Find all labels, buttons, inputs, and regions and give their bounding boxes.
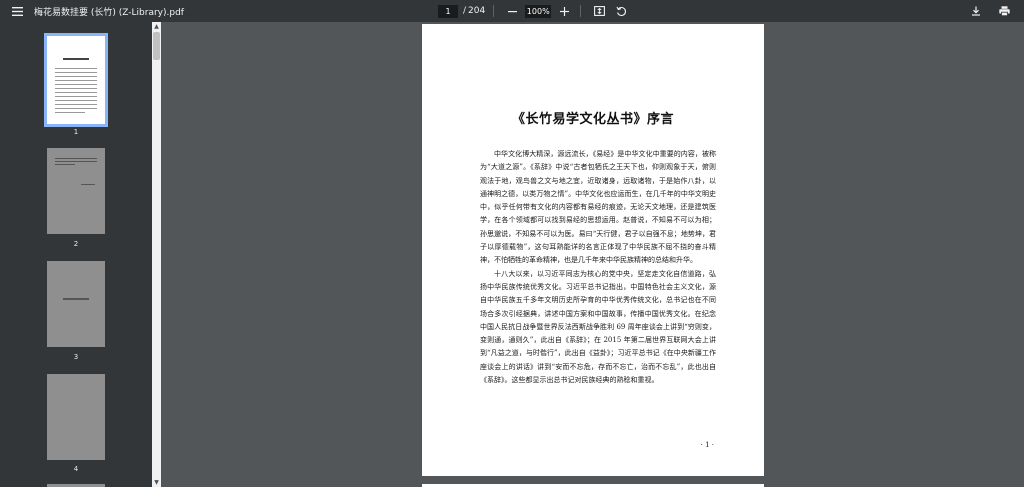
thumbnail-text-line — [55, 108, 97, 109]
thumbnail-label-4: 4 — [73, 465, 79, 473]
page-heading: 《长竹易学文化丛书》序言 — [511, 112, 674, 127]
thumbnail-text-line — [55, 96, 97, 97]
total-pages: 204 — [468, 6, 486, 16]
paragraph: 十八大以来，以习近平同志为核心的党中央，坚定走文化自信道路，弘扬中华民族传统优秀… — [480, 269, 716, 385]
thumbnail-heading — [63, 58, 89, 60]
thumbnail-text-line — [55, 68, 97, 69]
thumbnail-text-line — [55, 92, 97, 93]
thumbnail-page-4[interactable] — [47, 374, 105, 460]
thumbnail-heading — [63, 298, 89, 300]
download-icon — [972, 6, 980, 16]
thumbnail-page-2[interactable] — [47, 148, 105, 234]
rotate-button[interactable] — [613, 3, 629, 19]
thumbnail-text-line — [55, 84, 97, 85]
thumbnail-page-3[interactable] — [47, 261, 105, 347]
thumbnail-text-line — [55, 88, 97, 89]
fit-page-button[interactable] — [591, 3, 607, 19]
document-title: 梅花易数挂要 (长竹) (Z-Library).pdf — [34, 7, 184, 18]
minus-icon — [507, 10, 517, 12]
page-controls: / 204 — [438, 0, 629, 22]
download-button[interactable] — [968, 3, 984, 19]
toolbar-divider — [493, 5, 495, 17]
page-number-input[interactable] — [438, 4, 458, 18]
scroll-down-arrow-icon[interactable]: ▼ — [152, 478, 161, 487]
thumbnail-sidebar: 1 2 3 4 — [0, 22, 152, 487]
thumbnail-text-line — [55, 80, 97, 81]
page-footer-number: · 1 · — [700, 441, 714, 449]
sidebar-scrollbar[interactable]: ▲ ▼ — [152, 22, 161, 487]
thumbnail-text-line — [55, 161, 97, 162]
menu-icon[interactable] — [0, 0, 34, 22]
scrollbar-thumb[interactable] — [153, 32, 160, 60]
thumbnail-text-line — [55, 158, 97, 159]
thumbnail-text-line — [55, 76, 97, 77]
thumbnail-label-1: 1 — [73, 128, 79, 136]
thumbnail-text-line — [55, 100, 97, 101]
zoom-out-button[interactable] — [504, 3, 520, 19]
thumbnail-text-line — [81, 184, 95, 185]
zoom-input[interactable] — [525, 4, 552, 18]
zoom-in-button[interactable] — [556, 3, 572, 19]
thumbnail-text-line — [55, 112, 85, 113]
thumbnail-label-3: 3 — [73, 353, 79, 361]
thumbnail-text-line — [55, 104, 97, 105]
thumbnail-text-line — [55, 164, 75, 165]
rotate-icon — [616, 6, 626, 16]
print-icon — [998, 6, 1010, 16]
plus-icon — [559, 6, 569, 16]
page-separator: / — [463, 6, 467, 16]
print-button[interactable] — [996, 3, 1012, 19]
page-body: 中华文化博大精深，源远流长，《易经》是中华文化中重要的内容，被称为“大道之源”。… — [480, 148, 716, 387]
pdf-page-1: 《长竹易学文化丛书》序言 中华文化博大精深，源远流长，《易经》是中华文化中重要的… — [422, 24, 764, 476]
scroll-up-arrow-icon[interactable]: ▲ — [152, 22, 161, 31]
paragraph: 中华文化博大精深，源远流长，《易经》是中华文化中重要的内容，被称为“大道之源”。… — [480, 150, 716, 265]
fit-page-icon — [593, 6, 605, 16]
thumbnail-text-line — [55, 72, 97, 73]
thumbnail-label-2: 2 — [73, 240, 79, 248]
pdf-toolbar: 梅花易数挂要 (长竹) (Z-Library).pdf / 204 — [0, 0, 1024, 22]
toolbar-actions — [968, 0, 1012, 22]
toolbar-divider — [580, 5, 582, 17]
thumbnail-page-1[interactable] — [44, 33, 108, 127]
